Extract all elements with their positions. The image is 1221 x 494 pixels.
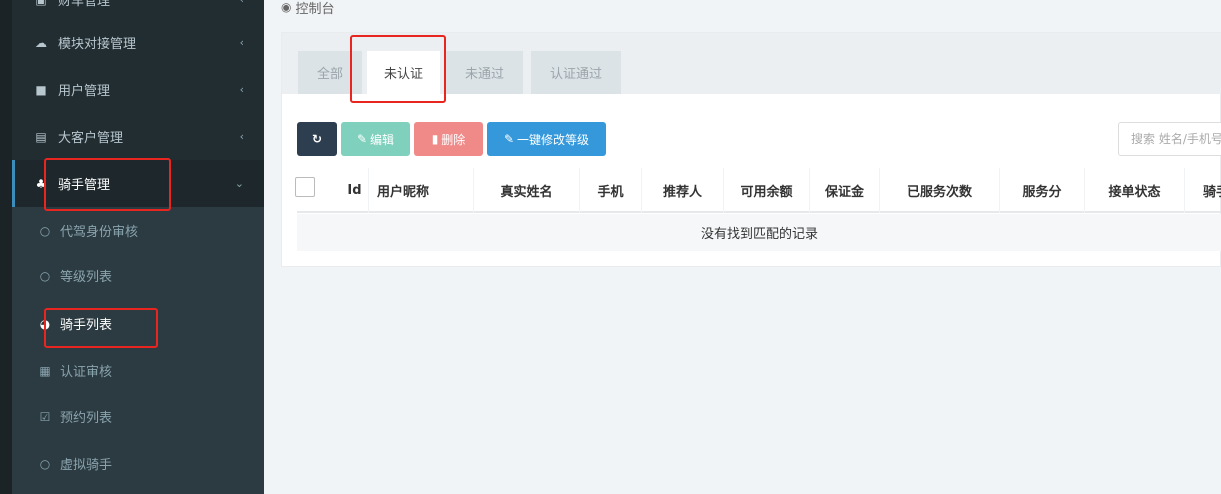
table-header: Id 用户昵称 真实姓名 手机 推荐人 可用余额 保证金 已服务次数 服务分 接… bbox=[297, 168, 1221, 213]
rider-group-icon: ♣ bbox=[35, 176, 47, 191]
check-square-icon: ☑ bbox=[39, 409, 51, 424]
col-header-phone[interactable]: 手机 bbox=[580, 168, 642, 213]
tab-label: 全部 bbox=[316, 67, 343, 82]
col-header-order-status[interactable]: 接单状态 bbox=[1085, 168, 1185, 213]
delete-button-label: 删除 bbox=[441, 132, 466, 147]
pencil-icon: ✎ bbox=[503, 132, 515, 146]
tab-label: 未通过 bbox=[464, 67, 504, 82]
sidebar: ▣ 财车管理 ‹ ☁ 模块对接管理 ‹ ■ 用户管理 ‹ ▤ 大客户管理 ‹ ♣… bbox=[12, 0, 264, 494]
tab-verified[interactable]: 认证通过 bbox=[531, 51, 621, 94]
col-header-service-count[interactable]: 已服务次数 bbox=[880, 168, 1000, 213]
refresh-button[interactable]: ↻ bbox=[297, 122, 337, 156]
sidebar-item-riders[interactable]: ♣ 骑手管理 ⌄ bbox=[12, 160, 264, 207]
tab-label: 未认证 bbox=[383, 67, 423, 82]
col-label: 手机 bbox=[597, 185, 624, 200]
id-card-icon: ▦ bbox=[39, 363, 51, 378]
sidebar-item-label: 用户管理 bbox=[58, 84, 111, 99]
sidebar-subitem-cert-review[interactable]: ▦ 认证审核 bbox=[12, 347, 264, 394]
circle-icon: ○ bbox=[39, 223, 51, 238]
sidebar-subitem-label: 骑手列表 bbox=[60, 318, 113, 333]
car-icon: ▣ bbox=[33, 0, 49, 7]
circle-icon: ○ bbox=[39, 456, 51, 471]
col-header-deposit[interactable]: 保证金 bbox=[810, 168, 880, 213]
sidebar-item-label: 模块对接管理 bbox=[58, 37, 137, 52]
trash-icon: ▮ bbox=[431, 132, 439, 146]
breadcrumb-label[interactable]: 控制台 bbox=[295, 0, 334, 17]
dashboard-icon: ◉ bbox=[281, 0, 292, 14]
sidebar-subitem-reservations[interactable]: ☑ 预约列表 bbox=[12, 393, 264, 440]
sidebar-subitem-rider-list[interactable]: ◕ 骑手列表 bbox=[12, 300, 264, 347]
batch-level-button[interactable]: ✎ 一键修改等级 bbox=[487, 122, 606, 156]
breadcrumb: ◉ 控制台 bbox=[281, 0, 335, 17]
chevron-left-icon: ‹ bbox=[240, 0, 244, 6]
contact-book-icon: ▤ bbox=[35, 129, 47, 144]
sidebar-item-users[interactable]: ■ 用户管理 ‹ bbox=[12, 66, 264, 113]
outer-strip bbox=[0, 0, 12, 494]
col-label: 可用余额 bbox=[740, 185, 793, 200]
sidebar-subitem-label: 等级列表 bbox=[60, 270, 113, 285]
sidebar-item-label: 大客户管理 bbox=[58, 131, 124, 146]
user-book-icon: ■ bbox=[35, 82, 47, 97]
col-header-balance[interactable]: 可用余额 bbox=[724, 168, 810, 213]
table-empty-row: 没有找到匹配的记录 bbox=[297, 214, 1221, 251]
tab-label: 认证通过 bbox=[549, 67, 602, 82]
rider-panel: 全部 未认证 未通过 认证通过 ↻ ✎ 编辑 ▮ 删除 ✎ 一键修改等级 Id … bbox=[281, 32, 1221, 267]
edit-button[interactable]: ✎ 编辑 bbox=[341, 122, 410, 156]
sidebar-subitem-label: 预约列表 bbox=[60, 411, 113, 426]
col-label: 接单状态 bbox=[1108, 185, 1161, 200]
col-label: 服务分 bbox=[1022, 185, 1062, 200]
sidebar-subitem-levels[interactable]: ○ 等级列表 bbox=[12, 252, 264, 299]
sidebar-subitem-label: 认证审核 bbox=[60, 365, 113, 380]
col-label: 已服务次数 bbox=[906, 185, 972, 200]
tab-unverified[interactable]: 未认证 bbox=[367, 51, 440, 94]
col-label: 真实姓名 bbox=[500, 185, 553, 200]
chevron-down-icon: ⌄ bbox=[234, 177, 244, 190]
tab-all[interactable]: 全部 bbox=[298, 51, 362, 94]
col-label: 保证金 bbox=[824, 185, 864, 200]
rider-icon: ◕ bbox=[39, 316, 51, 331]
edit-button-label: 编辑 bbox=[370, 132, 395, 147]
sidebar-item-label: 骑手管理 bbox=[58, 178, 111, 193]
empty-message: 没有找到匹配的记录 bbox=[700, 227, 818, 242]
col-header-realname[interactable]: 真实姓名 bbox=[474, 168, 580, 213]
main-content: ◉ 控制台 全部 未认证 未通过 认证通过 ↻ ✎ 编辑 ▮ 删除 ✎ 一键修改… bbox=[264, 0, 1221, 494]
delete-button[interactable]: ▮ 删除 bbox=[414, 122, 483, 156]
col-header-referrer[interactable]: 推荐人 bbox=[642, 168, 724, 213]
circle-icon: ○ bbox=[39, 268, 51, 283]
sidebar-submenu: ○ 代驾身份审核 ○ 等级列表 ◕ 骑手列表 ▦ 认证审核 ☑ 预约列表 ○ 虚… bbox=[12, 207, 264, 494]
col-header-rider[interactable]: 骑手 bbox=[1185, 168, 1221, 213]
sidebar-subitem-driver-review[interactable]: ○ 代驾身份审核 bbox=[12, 207, 264, 254]
sidebar-subitem-label: 虚拟骑手 bbox=[60, 458, 113, 473]
tab-rejected[interactable]: 未通过 bbox=[446, 51, 523, 94]
sidebar-subitem-label: 代驾身份审核 bbox=[60, 225, 139, 240]
chevron-left-icon: ‹ bbox=[239, 130, 244, 143]
select-all-checkbox[interactable] bbox=[295, 177, 315, 197]
col-header-service-score[interactable]: 服务分 bbox=[1000, 168, 1085, 213]
col-label: Id bbox=[347, 183, 362, 198]
col-label: 骑手 bbox=[1203, 185, 1221, 200]
sidebar-item-module[interactable]: ☁ 模块对接管理 ‹ bbox=[12, 19, 264, 66]
cloud-icon: ☁ bbox=[35, 35, 47, 50]
sidebar-item-bigclient[interactable]: ▤ 大客户管理 ‹ bbox=[12, 113, 264, 160]
sidebar-subitem-virtual-rider[interactable]: ○ 虚拟骑手 bbox=[12, 440, 264, 487]
search-input[interactable] bbox=[1118, 122, 1221, 156]
chevron-left-icon: ‹ bbox=[239, 36, 244, 49]
sidebar-item-label: 财车管理 bbox=[58, 0, 111, 9]
col-label: 推荐人 bbox=[662, 185, 702, 200]
col-label: 用户昵称 bbox=[377, 185, 430, 200]
refresh-icon: ↻ bbox=[311, 132, 323, 146]
batch-level-button-label: 一键修改等级 bbox=[517, 132, 590, 147]
pencil-icon: ✎ bbox=[356, 132, 368, 146]
col-header-id[interactable]: Id bbox=[341, 168, 369, 213]
tab-bar: 全部 未认证 未通过 认证通过 bbox=[282, 33, 1221, 94]
chevron-left-icon: ‹ bbox=[239, 83, 244, 96]
col-header-nickname[interactable]: 用户昵称 bbox=[369, 168, 474, 213]
